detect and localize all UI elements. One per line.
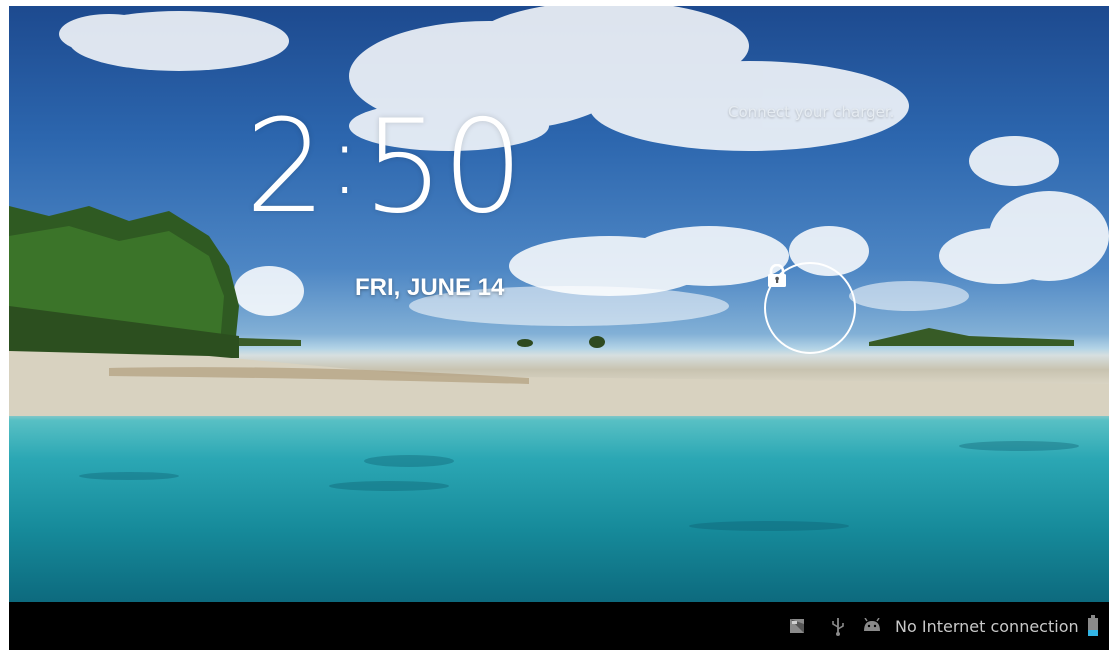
charger-message: Connect your charger. xyxy=(728,103,895,121)
device-screen: 2:50 FRI, JUNE 14 Connect your charger. xyxy=(9,6,1109,650)
network-status: No Internet connection xyxy=(895,617,1079,636)
system-status-bar: No Internet connection xyxy=(9,602,1109,650)
lockscreen-date: FRI, JUNE 14 xyxy=(355,274,505,301)
usb-icon xyxy=(832,618,844,636)
lockscreen-clock: 2:50 xyxy=(245,93,524,242)
battery-icon xyxy=(1088,615,1098,636)
clock-minutes: 50 xyxy=(362,93,524,242)
screenshot-icon[interactable] xyxy=(789,618,805,634)
clock-hour: 2 xyxy=(245,93,326,242)
lockscreen-wallpaper: 2:50 FRI, JUNE 14 Connect your charger. xyxy=(9,6,1109,602)
android-debug-icon xyxy=(864,618,880,631)
lock-icon xyxy=(768,264,786,287)
clock-separator: : xyxy=(328,104,360,216)
unlock-handle[interactable] xyxy=(764,262,856,354)
